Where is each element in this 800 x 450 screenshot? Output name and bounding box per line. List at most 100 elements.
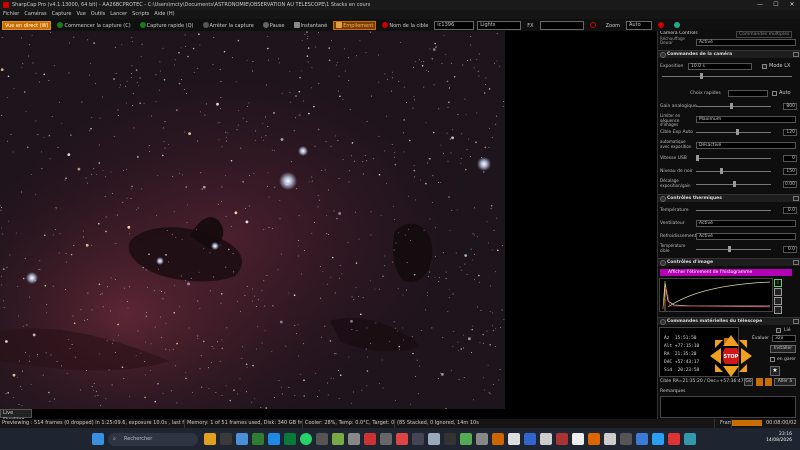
offset-value[interactable]: 0.00 xyxy=(783,181,797,188)
gain-slider-knob[interactable] xyxy=(730,103,733,109)
target-temp-slider[interactable] xyxy=(696,249,771,250)
frame-type-select[interactable]: Lights xyxy=(477,20,522,30)
quick-capture-button[interactable]: Capture rapide (Q) xyxy=(137,21,197,30)
close-button[interactable]: ✕ xyxy=(784,0,800,10)
black-level-value[interactable]: 150 xyxy=(783,168,797,175)
app-icon-13[interactable] xyxy=(524,433,536,445)
live-stacking-tab[interactable]: Live Stacking xyxy=(0,409,32,423)
task-view-icon[interactable] xyxy=(220,433,232,445)
menu-launch[interactable]: Lancer xyxy=(110,10,127,19)
app-icon-3[interactable] xyxy=(348,433,360,445)
app-icon-2[interactable] xyxy=(332,433,344,445)
quick-choice-select[interactable] xyxy=(728,90,768,97)
app-icon-10[interactable] xyxy=(476,433,488,445)
app-icon-12[interactable] xyxy=(508,433,520,445)
extra-button[interactable] xyxy=(671,21,684,30)
whatsapp-icon[interactable] xyxy=(300,433,312,445)
snapshot-button[interactable]: Instantané xyxy=(291,21,331,30)
offset-knob[interactable] xyxy=(733,181,736,187)
mode-lx-checkbox[interactable] xyxy=(762,64,767,69)
black-level-knob[interactable] xyxy=(720,168,723,174)
auto-checkbox[interactable] xyxy=(772,91,777,96)
rate-select[interactable]: 32x xyxy=(772,335,796,342)
app-icon-23[interactable] xyxy=(684,433,696,445)
menu-view[interactable]: Vue xyxy=(76,10,85,19)
menu-tools[interactable]: Outils xyxy=(91,10,105,19)
west-arrow-icon[interactable] xyxy=(710,348,721,364)
exposure-input[interactable]: 10.0 s xyxy=(688,63,752,70)
menu-help[interactable]: Aide (H) xyxy=(154,10,174,19)
start-capture-button[interactable]: Commencer la capture (C) xyxy=(54,21,133,30)
zoom-select[interactable]: Auto xyxy=(626,20,653,30)
goto-button[interactable]: Aller à xyxy=(774,378,796,386)
sharpcap-taskbar-icon[interactable] xyxy=(364,433,376,445)
app-icon-22[interactable] xyxy=(668,433,680,445)
spreadsheet-icon[interactable] xyxy=(252,433,264,445)
fan-select[interactable]: Activé xyxy=(696,220,796,227)
southeast-arrow-icon[interactable] xyxy=(739,364,747,372)
mail-icon[interactable] xyxy=(236,433,248,445)
star-icon[interactable]: ★ xyxy=(770,366,780,376)
black-level-slider[interactable] xyxy=(696,171,771,172)
app-icon-9[interactable] xyxy=(460,433,472,445)
pin-icon[interactable] xyxy=(793,196,799,201)
target-temp-value[interactable]: 0.0 xyxy=(783,246,797,253)
app-icon-14[interactable] xyxy=(540,433,552,445)
histogram-view[interactable] xyxy=(659,278,773,312)
app-icon-18[interactable] xyxy=(604,433,616,445)
usb-speed-value[interactable]: 0 xyxy=(783,155,797,162)
target-name-input[interactable]: ic1396 xyxy=(434,20,475,30)
remarks-textarea[interactable] xyxy=(660,396,796,418)
color-button[interactable] xyxy=(655,21,668,30)
go-button[interactable]: Go xyxy=(744,378,753,386)
settings-gear-icon[interactable] xyxy=(774,288,782,296)
app-icon-15[interactable] xyxy=(556,433,568,445)
menu-scripts[interactable]: Scripts xyxy=(132,10,149,19)
app-icon[interactable] xyxy=(316,433,328,445)
app-icon-4[interactable] xyxy=(380,433,392,445)
taskbar-clock[interactable]: 23:16 14/08/2026 xyxy=(766,432,792,444)
dewar-select[interactable]: Activé xyxy=(696,39,796,46)
gain-slider[interactable] xyxy=(696,106,771,107)
reticle-button[interactable] xyxy=(587,21,600,30)
usb-speed-knob[interactable] xyxy=(696,155,699,161)
app-icon-21[interactable] xyxy=(652,433,664,445)
gain-value[interactable]: 800 xyxy=(783,103,797,110)
info-icon[interactable]: i xyxy=(774,279,782,287)
menu-capture[interactable]: Capture xyxy=(52,10,72,19)
menu-cameras[interactable]: Caméras xyxy=(24,10,46,19)
app-icon-6[interactable] xyxy=(412,433,424,445)
app-icon-7[interactable] xyxy=(428,433,440,445)
pin-icon[interactable] xyxy=(793,260,799,265)
southwest-arrow-icon[interactable] xyxy=(715,364,723,372)
app-icon-19[interactable] xyxy=(620,433,632,445)
pin-icon[interactable] xyxy=(793,52,799,57)
goto-arrow-icon[interactable] xyxy=(756,378,763,386)
histogram-stretch-button[interactable]: Afficher l'étirement de l'histogramme xyxy=(660,269,792,276)
app-icon-16[interactable] xyxy=(572,433,584,445)
multiple-controls-button[interactable]: Commandes multiples xyxy=(736,31,793,38)
file-explorer-icon[interactable] xyxy=(204,433,216,445)
pause-button[interactable]: Pause xyxy=(260,21,288,30)
reset-icon[interactable] xyxy=(774,297,782,305)
maximize-button[interactable]: ☐ xyxy=(768,0,784,10)
usb-limit-select[interactable]: Maximum xyxy=(696,116,796,123)
east-arrow-icon[interactable] xyxy=(741,348,752,364)
target-temp-knob[interactable] xyxy=(728,246,731,252)
live-view-button[interactable]: Vue en direct (W) xyxy=(2,20,52,30)
south-arrow-icon[interactable] xyxy=(723,366,739,377)
app-icon-5[interactable] xyxy=(396,433,408,445)
north-arrow-icon[interactable] xyxy=(723,335,739,346)
cooling-select[interactable]: Activé xyxy=(696,233,796,240)
live-view-image[interactable] xyxy=(0,31,505,409)
windows-start-icon[interactable] xyxy=(92,433,104,445)
minimize-button[interactable]: — xyxy=(752,0,768,10)
stacking-button[interactable]: Empilement xyxy=(333,20,377,30)
pin-icon[interactable] xyxy=(793,319,799,324)
linked-checkbox[interactable] xyxy=(776,328,781,333)
app-icon-20[interactable] xyxy=(636,433,648,445)
image-section-header[interactable]: Contrôles d'image xyxy=(658,258,800,266)
stop-capture-button[interactable]: Arrêter la capture xyxy=(200,21,257,30)
mount-section-header[interactable]: Commandes matérielles du télescope xyxy=(658,317,800,325)
install-button[interactable]: Installer xyxy=(770,345,796,353)
